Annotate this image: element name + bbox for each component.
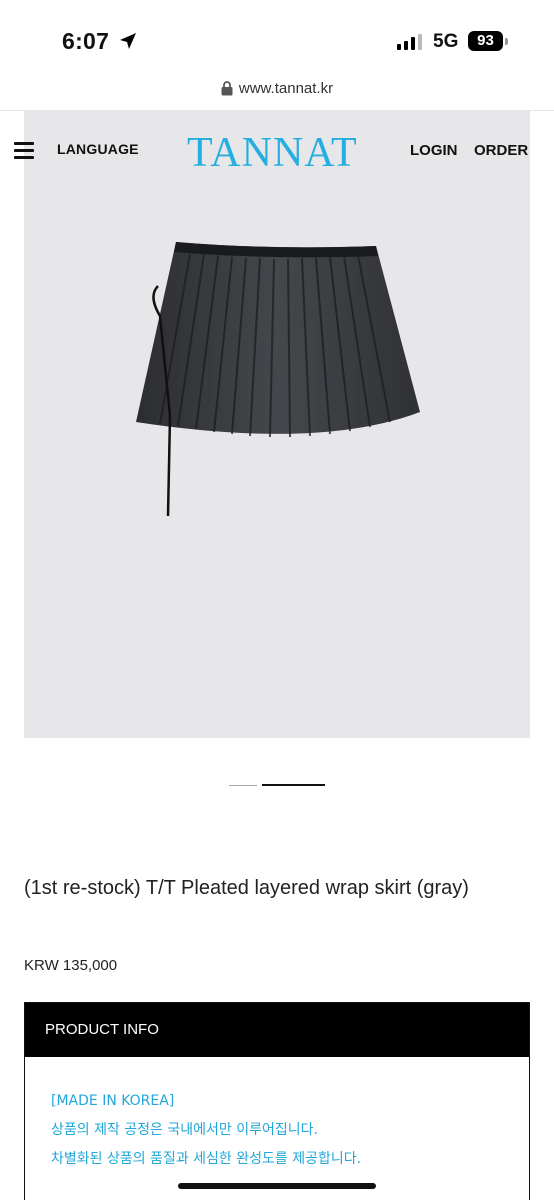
product-info-body: [MADE IN KOREA] 상품의 제작 공정은 국내에서만 이루어집니다.… [25, 1057, 529, 1174]
product-title: (1st re-stock) T/T Pleated layered wrap … [24, 877, 469, 899]
site-logo[interactable]: TANNAT [187, 129, 358, 177]
info-line: 차별화된 상품의 품질과 세심한 완성도를 제공합니다. [51, 1151, 362, 1167]
product-info-header[interactable]: PRODUCT INFO [25, 1003, 529, 1057]
product-info-box: PRODUCT INFO [MADE IN KOREA] 상품의 제작 공정은 … [24, 1002, 530, 1200]
hamburger-menu-icon[interactable] [14, 142, 34, 159]
skirt-image [136, 242, 420, 517]
address-bar[interactable]: www.tannat.kr [0, 80, 554, 108]
home-indicator[interactable] [178, 1183, 376, 1189]
status-time: 6:07 [62, 28, 110, 54]
product-price: KRW 135,000 [24, 957, 118, 974]
battery-icon: 93 [468, 31, 510, 53]
lock-icon [221, 81, 233, 96]
cellular-signal-icon [397, 34, 422, 50]
order-link[interactable]: ORDER [474, 142, 528, 159]
pager-indicator-1[interactable] [229, 785, 257, 786]
language-link[interactable]: LANGUAGE [57, 141, 139, 157]
status-bar: 6:07 5G 93 [0, 0, 554, 80]
info-line: [MADE IN KOREA] [51, 1093, 175, 1109]
info-line: 상품의 제작 공정은 국내에서만 이루어집니다. [51, 1122, 318, 1138]
battery-level: 93 [468, 31, 503, 51]
image-pager [0, 784, 554, 788]
site-header: LANGUAGE TANNAT LOGIN ORDER [0, 111, 554, 191]
pager-indicator-2-active[interactable] [262, 784, 325, 786]
login-link[interactable]: LOGIN [410, 142, 458, 159]
network-type: 5G [433, 31, 459, 52]
location-arrow-icon [120, 33, 136, 49]
url-text: www.tannat.kr [238, 80, 334, 97]
